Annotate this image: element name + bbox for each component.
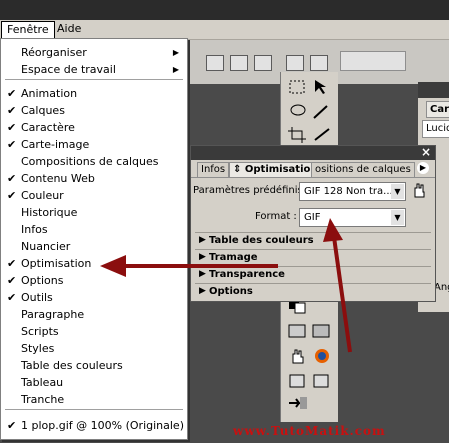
watermark: www.TutoMatik.com <box>233 424 386 438</box>
annotation-arrows <box>100 218 352 353</box>
arrow-head-up <box>323 218 343 242</box>
arrow-head-left <box>100 255 126 277</box>
arrow-to-format <box>332 236 352 353</box>
